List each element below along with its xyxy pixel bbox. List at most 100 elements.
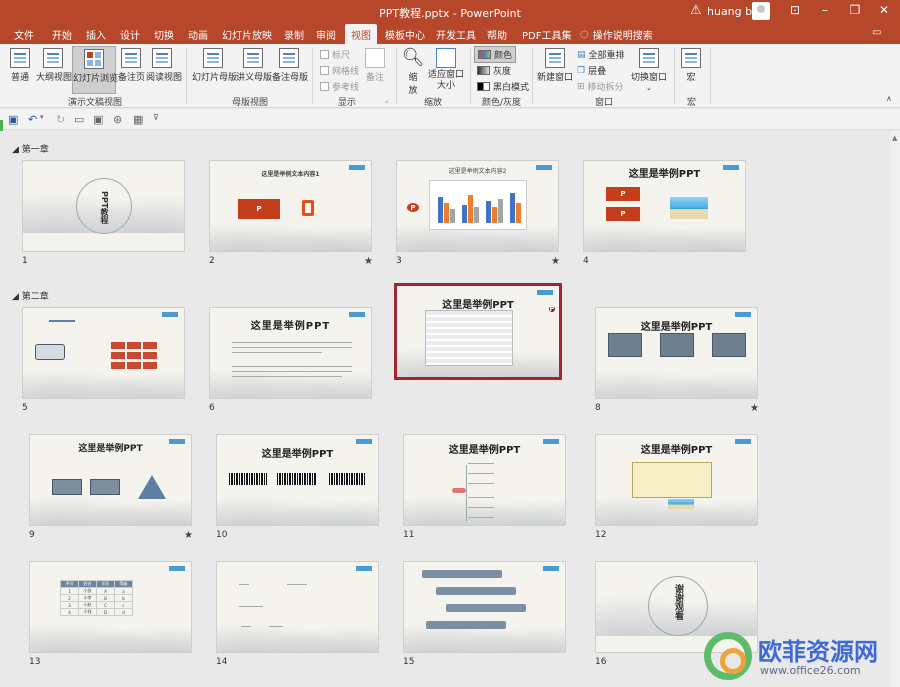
fit-to-window-button[interactable]: 适应窗口大小 [428, 48, 464, 92]
slide-thumbnail-7[interactable]: 这里是举例PPT [394, 283, 562, 380]
normal-view-icon [10, 48, 30, 68]
tab-animations[interactable]: 动画 [188, 27, 208, 42]
save-icon[interactable]: ▣ [8, 113, 18, 126]
slide-thumbnail-4[interactable]: 这里是举例PPT [583, 160, 746, 252]
screenshot-icon[interactable]: ▣ [93, 113, 103, 126]
ribbon-tabs: 文件 开始 插入 设计 切换 动画 幻灯片放映 录制 审阅 视图 模板中心 开发… [0, 24, 900, 44]
cascade-icon: ❐ [577, 65, 586, 76]
section-header-1[interactable]: ◢ 第一章 [12, 142, 49, 155]
group-label-show: 显示 [338, 98, 357, 108]
slide-thumbnail-8[interactable]: 这里是举例PPT [595, 307, 758, 399]
collapse-triangle-icon: ◢ [12, 145, 22, 155]
handout-master-button[interactable]: 讲义母版 [236, 48, 272, 83]
data-table [425, 310, 513, 366]
watermark-logo [704, 632, 752, 680]
slide-thumbnail-6[interactable]: 这里是举例PPT [209, 307, 372, 399]
fit-window-icon [436, 48, 456, 68]
tab-template-center[interactable]: 模板中心 [385, 27, 425, 42]
slide-thumbnail-15[interactable] [403, 561, 566, 653]
cascade-button[interactable]: ❐ 层叠 [577, 64, 606, 78]
undo-icon[interactable]: ↶ [28, 113, 37, 126]
slide-thumbnail-9[interactable]: 这里是举例PPT [29, 434, 192, 526]
slide-thumbnail-10[interactable]: 这里是举例PPT [216, 434, 379, 526]
color-button[interactable]: 颜色 [474, 46, 517, 63]
slide-master-icon [203, 48, 223, 68]
tab-pdf-tools[interactable]: PDF工具集 [522, 27, 571, 42]
customize-qat-icon[interactable]: ⊽ [153, 113, 159, 122]
slide-thumbnail-2[interactable]: 这里是举例文本内容1 [209, 160, 372, 252]
slide-thumbnail-3[interactable]: 这里是举例文本内容2 [396, 160, 559, 252]
tab-help[interactable]: 帮助 [487, 27, 507, 42]
slide-master-button[interactable]: 幻灯片母版 [192, 48, 237, 83]
zoom-icon: 🔍︎ [401, 47, 425, 68]
ribbon: 普通 大纲视图 幻灯片浏览 备注页 阅读视图 演示文稿视图 幻灯片母版 讲义母版… [0, 44, 900, 108]
ruler-checkbox[interactable]: 标尺 [320, 48, 350, 61]
warning-icon[interactable]: ⚠ [690, 3, 702, 18]
slide-title: 这里是举例PPT [448, 445, 521, 456]
slide-thumbnail-13[interactable]: 序号 姓名 学历 等级 1 小张 Aa 2 小李 Bb 3 小赵 Cc 4 小钱 Dd [29, 561, 192, 653]
notes-master-button[interactable]: 备注母版 [272, 48, 308, 83]
tab-developer[interactable]: 开发工具 [436, 27, 476, 42]
search-label: 操作说明搜索 [592, 31, 653, 42]
slide-thumbnail-11[interactable]: 这里是举例PPT [403, 434, 566, 526]
avatar[interactable] [752, 2, 770, 20]
outline-view-button[interactable]: 大纲视图 [36, 48, 72, 83]
tab-slideshow[interactable]: 幻灯片放映 [222, 27, 272, 42]
office-logo [302, 200, 314, 216]
tab-insert[interactable]: 插入 [86, 27, 106, 42]
switch-window-icon [639, 48, 659, 68]
black-white-button[interactable]: 黑白模式 [477, 80, 529, 93]
close-icon[interactable]: ✕ [874, 3, 894, 17]
tab-file[interactable]: 文件 [14, 27, 34, 42]
table-icon[interactable]: ▦ [133, 113, 143, 126]
zoom-button[interactable]: 🔍︎ 缩放 [400, 47, 426, 97]
grayscale-button[interactable]: 灰度 [477, 64, 511, 77]
vertical-scrollbar[interactable]: ▲ [890, 131, 900, 687]
chevron-down-icon: ⌄ [646, 84, 652, 92]
minimize-icon[interactable]: – [815, 3, 835, 17]
tab-record[interactable]: 录制 [284, 27, 304, 42]
notes-button[interactable]: 备注 [362, 48, 388, 83]
slide-thumbnail-5[interactable] [22, 307, 185, 399]
scroll-up-icon[interactable]: ▲ [892, 134, 897, 142]
search-box[interactable]: ◌ 操作说明搜索 [580, 27, 653, 42]
slide-sorter-button[interactable]: 幻灯片浏览 [72, 46, 118, 94]
redo-icon[interactable]: ↻ [56, 113, 65, 126]
comments-icon[interactable]: ▭ [872, 27, 881, 38]
title-bar: PPT教程.pptx - PowerPoint ⚠ huang bo ⊡ – ❐… [0, 0, 900, 24]
gridlines-checkbox[interactable]: 网格线 [320, 64, 359, 77]
guides-checkbox[interactable]: 参考线 [320, 80, 359, 93]
new-window-button[interactable]: 新建窗口 [536, 48, 574, 83]
arrange-all-icon: ▤ [577, 49, 586, 60]
switch-window-button[interactable]: 切换窗口 ⌄ [630, 48, 668, 93]
tab-view[interactable]: 视图 [345, 24, 377, 44]
notes-master-icon [279, 48, 299, 68]
slide-thumbnail-12[interactable]: 这里是举例PPT [595, 434, 758, 526]
watermark: 欧菲资源网 www.office26.com [700, 630, 900, 687]
tab-transitions[interactable]: 切换 [154, 27, 174, 42]
quick-access-toolbar: ▣ ↶ ▾ ↻ ▭ ▣ ⊛ ▦ ⊽ [0, 109, 900, 130]
slideshow-start-icon[interactable]: ▭ [74, 113, 84, 126]
barcode-image [277, 473, 317, 485]
format-painter-icon[interactable]: ⊛ [113, 113, 122, 126]
powerpoint-logo [238, 199, 280, 219]
maximize-icon[interactable]: ❐ [845, 3, 865, 17]
slide-thumbnail-1[interactable]: PPT教程 [22, 160, 185, 252]
reading-view-icon [152, 48, 172, 68]
macros-button[interactable]: 宏 [680, 48, 702, 83]
move-split-button[interactable]: ⊞ 移动拆分 [577, 80, 624, 94]
arrange-all-button[interactable]: ▤ 全部重排 [577, 48, 625, 62]
collapse-ribbon-icon[interactable]: ∧ [886, 94, 892, 103]
dialog-launcher-icon[interactable]: ⌟ [385, 96, 388, 104]
notes-page-button[interactable]: 备注页 [118, 48, 145, 83]
slide-thumbnail-14[interactable] [216, 561, 379, 653]
normal-view-button[interactable]: 普通 [6, 48, 34, 83]
ribbon-display-icon[interactable]: ⊡ [785, 3, 805, 17]
section-header-2[interactable]: ◢ 第二章 [12, 289, 49, 302]
reading-view-button[interactable]: 阅读视图 [146, 48, 182, 83]
tab-design[interactable]: 设计 [120, 27, 140, 42]
tab-review[interactable]: 审阅 [316, 27, 336, 42]
tab-home[interactable]: 开始 [52, 27, 72, 42]
slide-title: 谢谢观看 [673, 584, 683, 620]
undo-dropdown-icon[interactable]: ▾ [40, 113, 44, 121]
